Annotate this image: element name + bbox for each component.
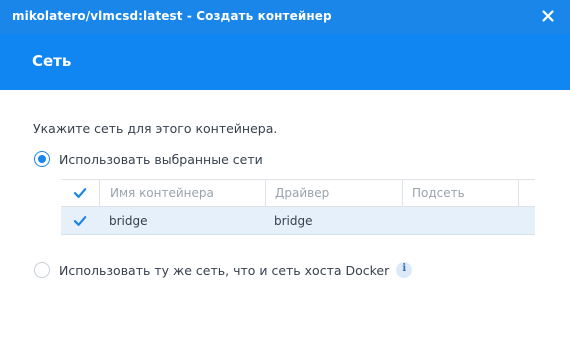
window-title: mikolatero/vlmcsd:latest - Создать конте…	[12, 9, 332, 23]
section-header: Сеть	[0, 34, 570, 90]
window-titlebar: mikolatero/vlmcsd:latest - Создать конте…	[0, 0, 570, 34]
radio-label: Использовать ту же сеть, что и сеть хост…	[59, 262, 390, 278]
column-header-subnet[interactable]: Подсеть	[402, 180, 518, 206]
column-header-name[interactable]: Имя контейнера	[99, 180, 265, 206]
table-header: Имя контейнера Драйвер Подсеть	[61, 179, 535, 207]
column-header-empty	[518, 180, 535, 206]
column-header-driver[interactable]: Драйвер	[265, 180, 402, 206]
row-checkbox-cell	[61, 207, 99, 234]
cell-subnet	[402, 207, 518, 234]
network-table: Имя контейнера Драйвер Подсеть bridge br…	[61, 179, 535, 235]
select-all-checkbox[interactable]	[73, 186, 87, 200]
radio-button-checked[interactable]	[34, 151, 50, 167]
info-icon[interactable]: i	[396, 262, 413, 278]
instruction-text: Укажите сеть для этого контейнера.	[33, 121, 278, 136]
close-icon[interactable]	[540, 8, 556, 24]
radio-use-host-network[interactable]: Использовать ту же сеть, что и сеть хост…	[34, 262, 413, 278]
radio-label: Использовать выбранные сети	[59, 151, 263, 167]
cell-name: bridge	[109, 213, 148, 228]
radio-use-selected-networks[interactable]: Использовать выбранные сети	[34, 151, 263, 167]
section-title: Сеть	[32, 52, 72, 70]
header-checkbox-cell	[61, 180, 99, 206]
radio-button-unchecked[interactable]	[34, 262, 50, 278]
cell-driver: bridge	[274, 213, 313, 228]
row-checkbox[interactable]	[73, 214, 87, 228]
table-row[interactable]: bridge bridge	[61, 207, 535, 235]
